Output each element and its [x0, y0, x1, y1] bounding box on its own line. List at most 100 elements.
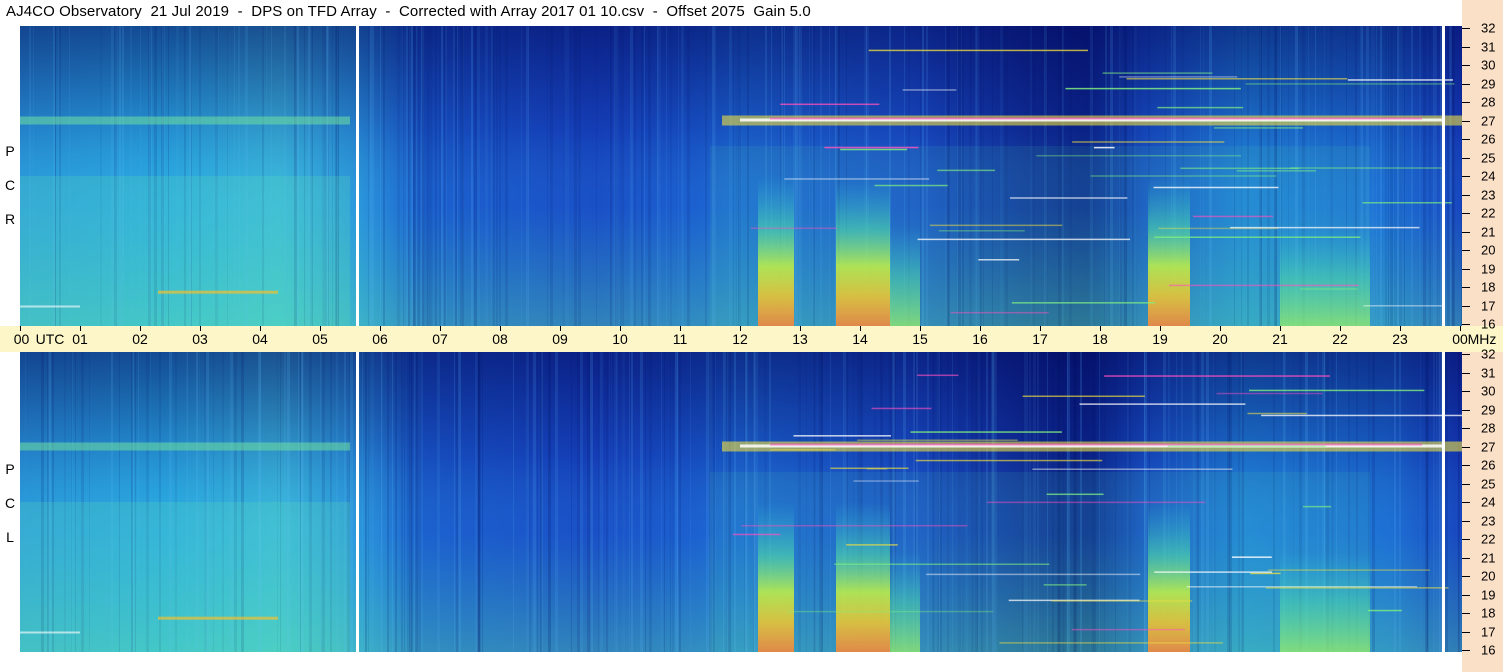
spectrogram-streak: [640, 352, 643, 652]
data-gap-line: [1442, 26, 1445, 326]
interference-band-core: [770, 443, 1422, 446]
interference-line: [1126, 78, 1348, 80]
frequency-tick-label: 26: [1481, 457, 1496, 473]
spectrogram-streak: [404, 352, 405, 652]
spectrogram-streak: [540, 352, 542, 652]
interference-line: [1065, 87, 1241, 90]
interference-line: [1153, 186, 1279, 189]
spectrogram-streak: [533, 352, 536, 652]
time-tick-label: 09: [552, 331, 568, 347]
frequency-tick-mark: [1462, 539, 1470, 540]
utc-unit-label: UTC: [35, 331, 65, 347]
spectrogram-streak: [383, 26, 385, 326]
interference-line: [1154, 236, 1361, 238]
interference-line: [1368, 609, 1402, 612]
frequency-tick-mark: [1462, 576, 1470, 577]
frequency-tick-mark: [1462, 305, 1470, 307]
time-tick-label: 22: [1332, 331, 1348, 347]
frequency-tick-label: 18: [1481, 279, 1496, 295]
frequency-tick-mark: [1462, 557, 1470, 559]
spectrogram-streak: [574, 26, 577, 326]
time-tick-label: 14: [852, 331, 868, 347]
interference-band: [20, 442, 350, 451]
frequency-tick-mark: [1462, 650, 1470, 651]
frequency-tick-label: 19: [1481, 261, 1496, 276]
frequency-tick-label: 27: [1481, 113, 1496, 128]
spectrogram-streak: [436, 26, 437, 326]
spectrogram-streak: [387, 352, 389, 652]
lcp-letter-1: P: [5, 461, 15, 477]
spectrogram-streak: [392, 352, 393, 652]
time-tick-label: 20: [1212, 331, 1228, 347]
interference-line: [793, 435, 891, 437]
spectrogram-streak: [1429, 26, 1431, 326]
spectrogram-streak: [418, 352, 421, 652]
frequency-tick-mark: [1462, 502, 1470, 503]
spectrogram-streak: [1371, 26, 1372, 326]
interference-line: [1192, 215, 1273, 218]
interference-line: [1290, 167, 1445, 169]
time-tick-label: 08: [492, 331, 508, 347]
time-tick-label: 10: [612, 331, 628, 347]
interference-line: [824, 146, 919, 149]
interference-line: [732, 533, 781, 536]
spectrogram-streak: [409, 26, 410, 326]
time-tick-mark: [1460, 326, 1461, 331]
frequency-tick-label: 32: [1481, 346, 1496, 362]
spectrogram-streak: [482, 352, 483, 652]
frequency-tick-mark: [1462, 287, 1470, 288]
spectrogram-streak: [537, 352, 538, 652]
frequency-tick-label: 29: [1481, 76, 1496, 91]
spectrogram-streak: [1390, 26, 1393, 326]
chart-title: AJ4CO Observatory 21 Jul 2019 - DPS on T…: [6, 3, 811, 20]
interference-line: [846, 544, 898, 546]
rcp-letter-2: C: [4, 177, 16, 193]
interference-line: [871, 407, 932, 410]
interference-line: [857, 439, 1018, 441]
frequency-tick-label: 23: [1481, 187, 1496, 202]
interference-line: [1032, 468, 1233, 470]
interference-line: [926, 573, 1141, 576]
interference-band-core: [770, 117, 1422, 120]
time-tick-label: 05: [312, 331, 328, 347]
interference-line: [999, 642, 1223, 644]
spectrogram-streak: [1385, 26, 1387, 326]
frequency-tick-mark: [1462, 102, 1470, 103]
spectrogram-streak: [571, 352, 572, 652]
frequency-tick-mark: [1462, 268, 1470, 270]
spectrogram-streak: [670, 352, 671, 652]
interference-line: [937, 169, 995, 172]
spectrogram-streak: [1372, 352, 1375, 652]
spectrogram-streak: [563, 26, 565, 326]
time-tick-mark: [1040, 326, 1041, 331]
spectrogram-streak: [1380, 26, 1382, 326]
spectrogram-streak: [622, 352, 625, 652]
spectrogram-streak: [485, 26, 488, 326]
frequency-tick-mark: [1462, 446, 1470, 448]
spectrogram-streak: [1451, 26, 1454, 326]
spectrogram-streak: [402, 26, 403, 326]
spectrogram-streak: [430, 26, 431, 326]
time-tick-mark: [80, 326, 81, 331]
frequency-tick-mark: [1462, 120, 1470, 122]
spectrogram-streak: [368, 352, 369, 652]
frequency-tick-label: 22: [1481, 205, 1496, 221]
spectrogram-streak: [395, 352, 397, 652]
frequency-tick-label: 28: [1481, 94, 1496, 110]
lcp-letter-2: C: [4, 495, 16, 511]
spectrogram-streak: [1394, 352, 1396, 652]
spectrogram-streak: [370, 26, 371, 326]
spectrogram-streak: [380, 26, 381, 326]
spectrogram-streak: [403, 26, 404, 326]
frequency-tick-label: 23: [1481, 513, 1496, 528]
frequency-tick-label: 29: [1481, 402, 1496, 417]
time-tick-mark: [440, 326, 441, 331]
time-tick-label: 01: [72, 331, 88, 347]
spectrogram-streak: [445, 26, 447, 326]
interference-line: [917, 374, 959, 377]
interference-line: [1213, 127, 1304, 129]
interference-line: [158, 290, 278, 294]
interference-line: [1090, 175, 1277, 177]
interference-line: [20, 631, 80, 634]
interference-line: [1093, 146, 1115, 149]
